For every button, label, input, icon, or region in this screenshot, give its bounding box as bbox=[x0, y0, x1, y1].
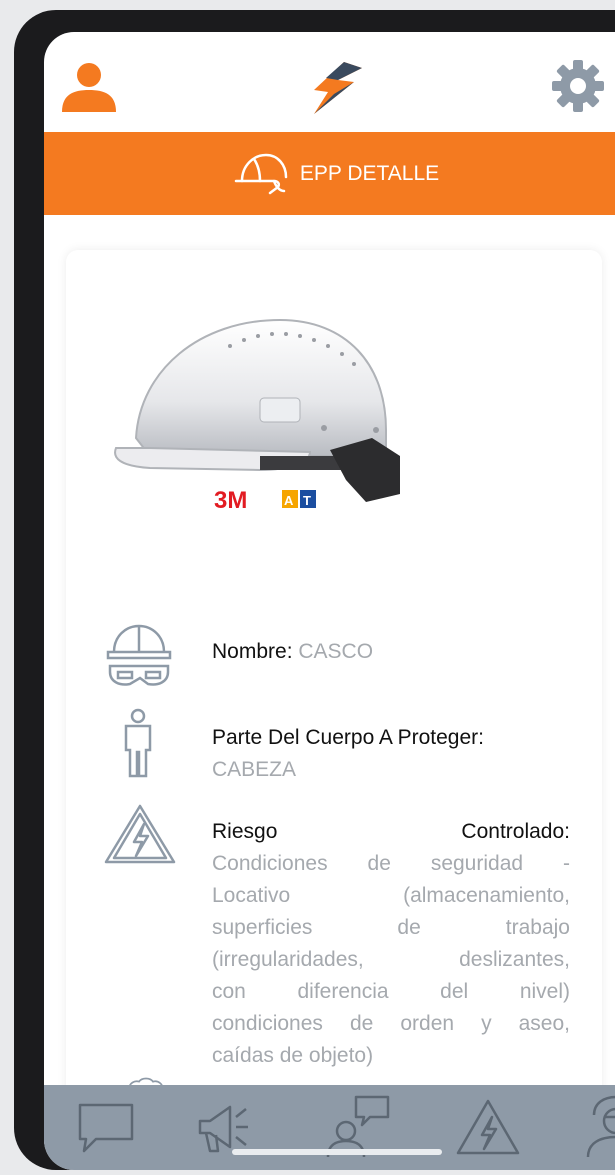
field-label-name: Nombre: bbox=[212, 640, 293, 663]
svg-text:3M: 3M bbox=[214, 487, 247, 514]
field-value-body-part: CABEZA bbox=[212, 758, 297, 781]
top-bar bbox=[44, 32, 615, 132]
electric-hazard-nav-icon[interactable] bbox=[456, 1095, 520, 1159]
doctor-icon[interactable] bbox=[584, 1095, 615, 1159]
field-value-name: CASCO bbox=[298, 640, 374, 663]
chat-icon[interactable] bbox=[74, 1095, 138, 1159]
field-value-risk-line-5: con diferencia del nivel) bbox=[212, 980, 570, 1003]
svg-text:A: A bbox=[284, 493, 294, 508]
field-label-body-part: Parte Del Cuerpo A Proteger: bbox=[212, 726, 484, 749]
home-indicator[interactable] bbox=[232, 1149, 442, 1155]
field-label-controlled: Controlado: bbox=[461, 820, 570, 843]
page-title: EPP DETALLE bbox=[299, 161, 440, 185]
svg-text:T: T bbox=[303, 493, 311, 508]
body-figure-icon bbox=[124, 708, 152, 778]
user-profile-icon[interactable] bbox=[60, 60, 118, 112]
hard-hat-icon bbox=[234, 153, 288, 194]
settings-gear-icon[interactable] bbox=[552, 60, 604, 112]
field-value-risk-line-4: (irregularidades, deslizantes, bbox=[212, 948, 570, 971]
helmet-product-image: 3M A T bbox=[114, 318, 400, 514]
app-screen: EPP DETALLE 3M A T Nombre: CASCO Parte D… bbox=[44, 32, 615, 1170]
field-value-risk-line-3: superficies de trabajo bbox=[212, 916, 570, 939]
field-label-risk: Riesgo bbox=[212, 820, 278, 843]
page-title-banner: EPP DETALLE bbox=[44, 132, 615, 215]
field-value-risk-line-6: condiciones de orden y aseo, bbox=[212, 1012, 570, 1035]
electric-hazard-icon bbox=[104, 804, 176, 864]
field-value-risk-line-7: caídas de objeto) bbox=[212, 1044, 374, 1067]
field-value-risk-line-2: Locativo (almacenamiento, bbox=[212, 884, 570, 907]
field-value-risk-line-1: Condiciones de seguridad - bbox=[212, 852, 570, 875]
device-frame: EPP DETALLE 3M A T Nombre: CASCO Parte D… bbox=[14, 10, 615, 1170]
bottom-nav-bar bbox=[44, 1085, 615, 1170]
helmet-goggles-icon bbox=[106, 624, 172, 686]
app-logo-icon bbox=[314, 62, 362, 114]
